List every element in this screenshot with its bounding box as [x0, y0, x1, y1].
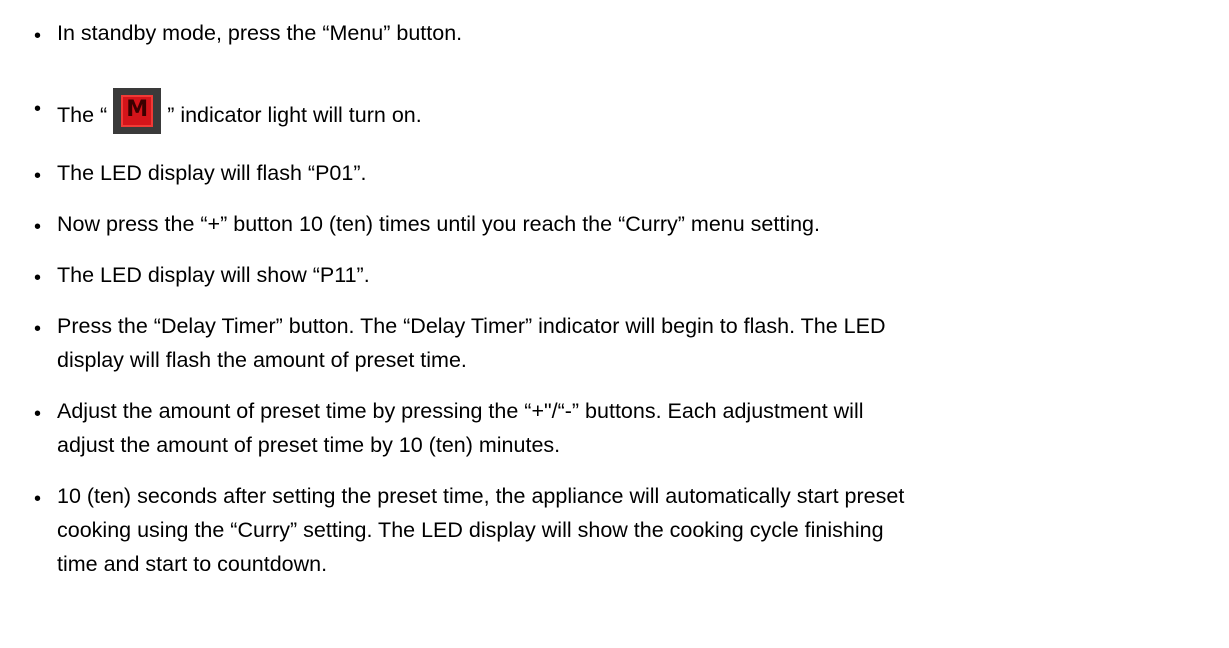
step-text: 10 (ten) seconds after setting the prese…	[57, 484, 905, 576]
bullet: •	[34, 488, 42, 510]
bullet: •	[34, 25, 42, 47]
step-text: Adjust the amount of preset time by pres…	[57, 399, 864, 457]
step-text: The LED display will show “P11”.	[57, 263, 370, 287]
bullet: •	[34, 216, 42, 238]
step-text: The “M” indicator light will turn on.	[57, 88, 1225, 134]
step-text: In standby mode, press the “Menu” button…	[57, 21, 463, 45]
step-text: The LED display will flash “P01”.	[57, 161, 367, 185]
bullet: •	[34, 267, 42, 289]
bullet: •	[34, 98, 42, 120]
step-text: Now press the “+” button 10 (ten) times …	[57, 212, 820, 236]
bullet: •	[34, 318, 42, 340]
step-text: Press the “Delay Timer” button. The “Del…	[57, 314, 886, 372]
instruction-list: • In standby mode, press the “Menu” butt…	[0, 0, 1229, 648]
bullet: •	[34, 165, 42, 187]
bullet: •	[34, 403, 42, 425]
menu-indicator-light-icon: M	[113, 88, 162, 134]
